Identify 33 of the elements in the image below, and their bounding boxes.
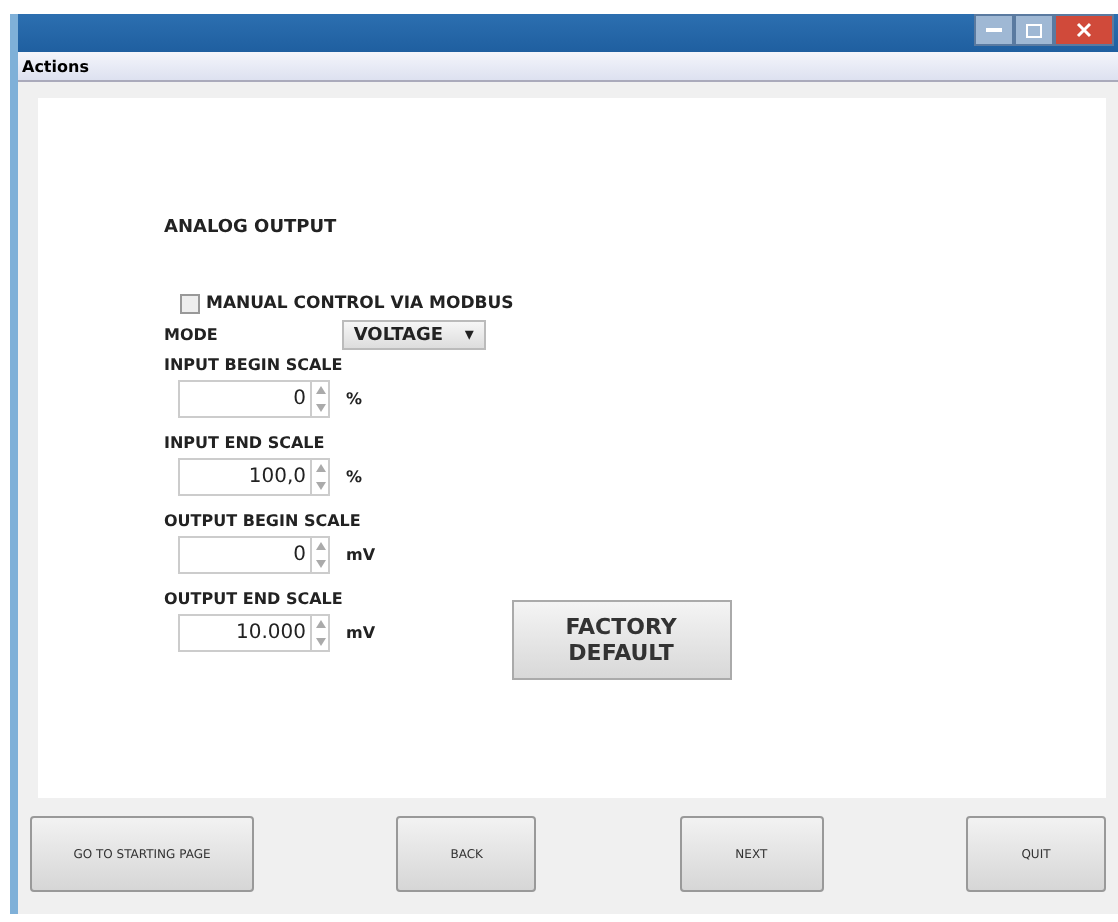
field-label: OUTPUT END SCALE bbox=[164, 590, 345, 608]
spin-up-icon[interactable] bbox=[315, 386, 325, 395]
mode-dropdown[interactable]: VOLTAGE ▾ bbox=[341, 320, 486, 350]
maximize-icon bbox=[1026, 23, 1042, 37]
spin-up-icon[interactable] bbox=[315, 542, 325, 551]
unit-label: % bbox=[346, 468, 363, 486]
unit-label: mV bbox=[346, 546, 376, 564]
number-field[interactable]: 0 bbox=[178, 536, 330, 574]
close-icon bbox=[1076, 22, 1092, 38]
close-button[interactable] bbox=[1054, 14, 1114, 46]
spin-up-icon[interactable] bbox=[315, 620, 325, 629]
menu-item[interactable]: Actions bbox=[22, 57, 89, 75]
spin-down-icon[interactable] bbox=[315, 403, 325, 412]
factory-default-button[interactable]: FACTORY DEFAULT bbox=[511, 600, 732, 680]
checkbox-label: MANUAL CONTROL VIA MODBUS bbox=[206, 294, 514, 314]
section-title: ANALOG OUTPUT bbox=[164, 218, 339, 238]
spin-down-icon[interactable] bbox=[315, 637, 325, 646]
mode-label: MODE bbox=[164, 326, 218, 344]
number-field[interactable]: 100,0 bbox=[178, 458, 330, 496]
spin-up-icon[interactable] bbox=[315, 464, 325, 473]
maximize-button[interactable] bbox=[1014, 14, 1054, 46]
unit-label: mV bbox=[346, 624, 376, 642]
number-field[interactable]: 10.000 bbox=[178, 614, 330, 652]
minimize-icon bbox=[986, 27, 1002, 33]
field-label: OUTPUT BEGIN SCALE bbox=[164, 512, 363, 530]
field-label: INPUT BEGIN SCALE bbox=[164, 356, 345, 374]
unit-label: % bbox=[346, 390, 363, 408]
minimize-button[interactable] bbox=[974, 14, 1014, 46]
number-field[interactable]: 0 bbox=[178, 380, 330, 418]
spin-down-icon[interactable] bbox=[315, 481, 325, 490]
field-label: INPUT END SCALE bbox=[164, 434, 327, 452]
spin-down-icon[interactable] bbox=[315, 559, 325, 568]
checkbox[interactable] bbox=[180, 294, 200, 314]
